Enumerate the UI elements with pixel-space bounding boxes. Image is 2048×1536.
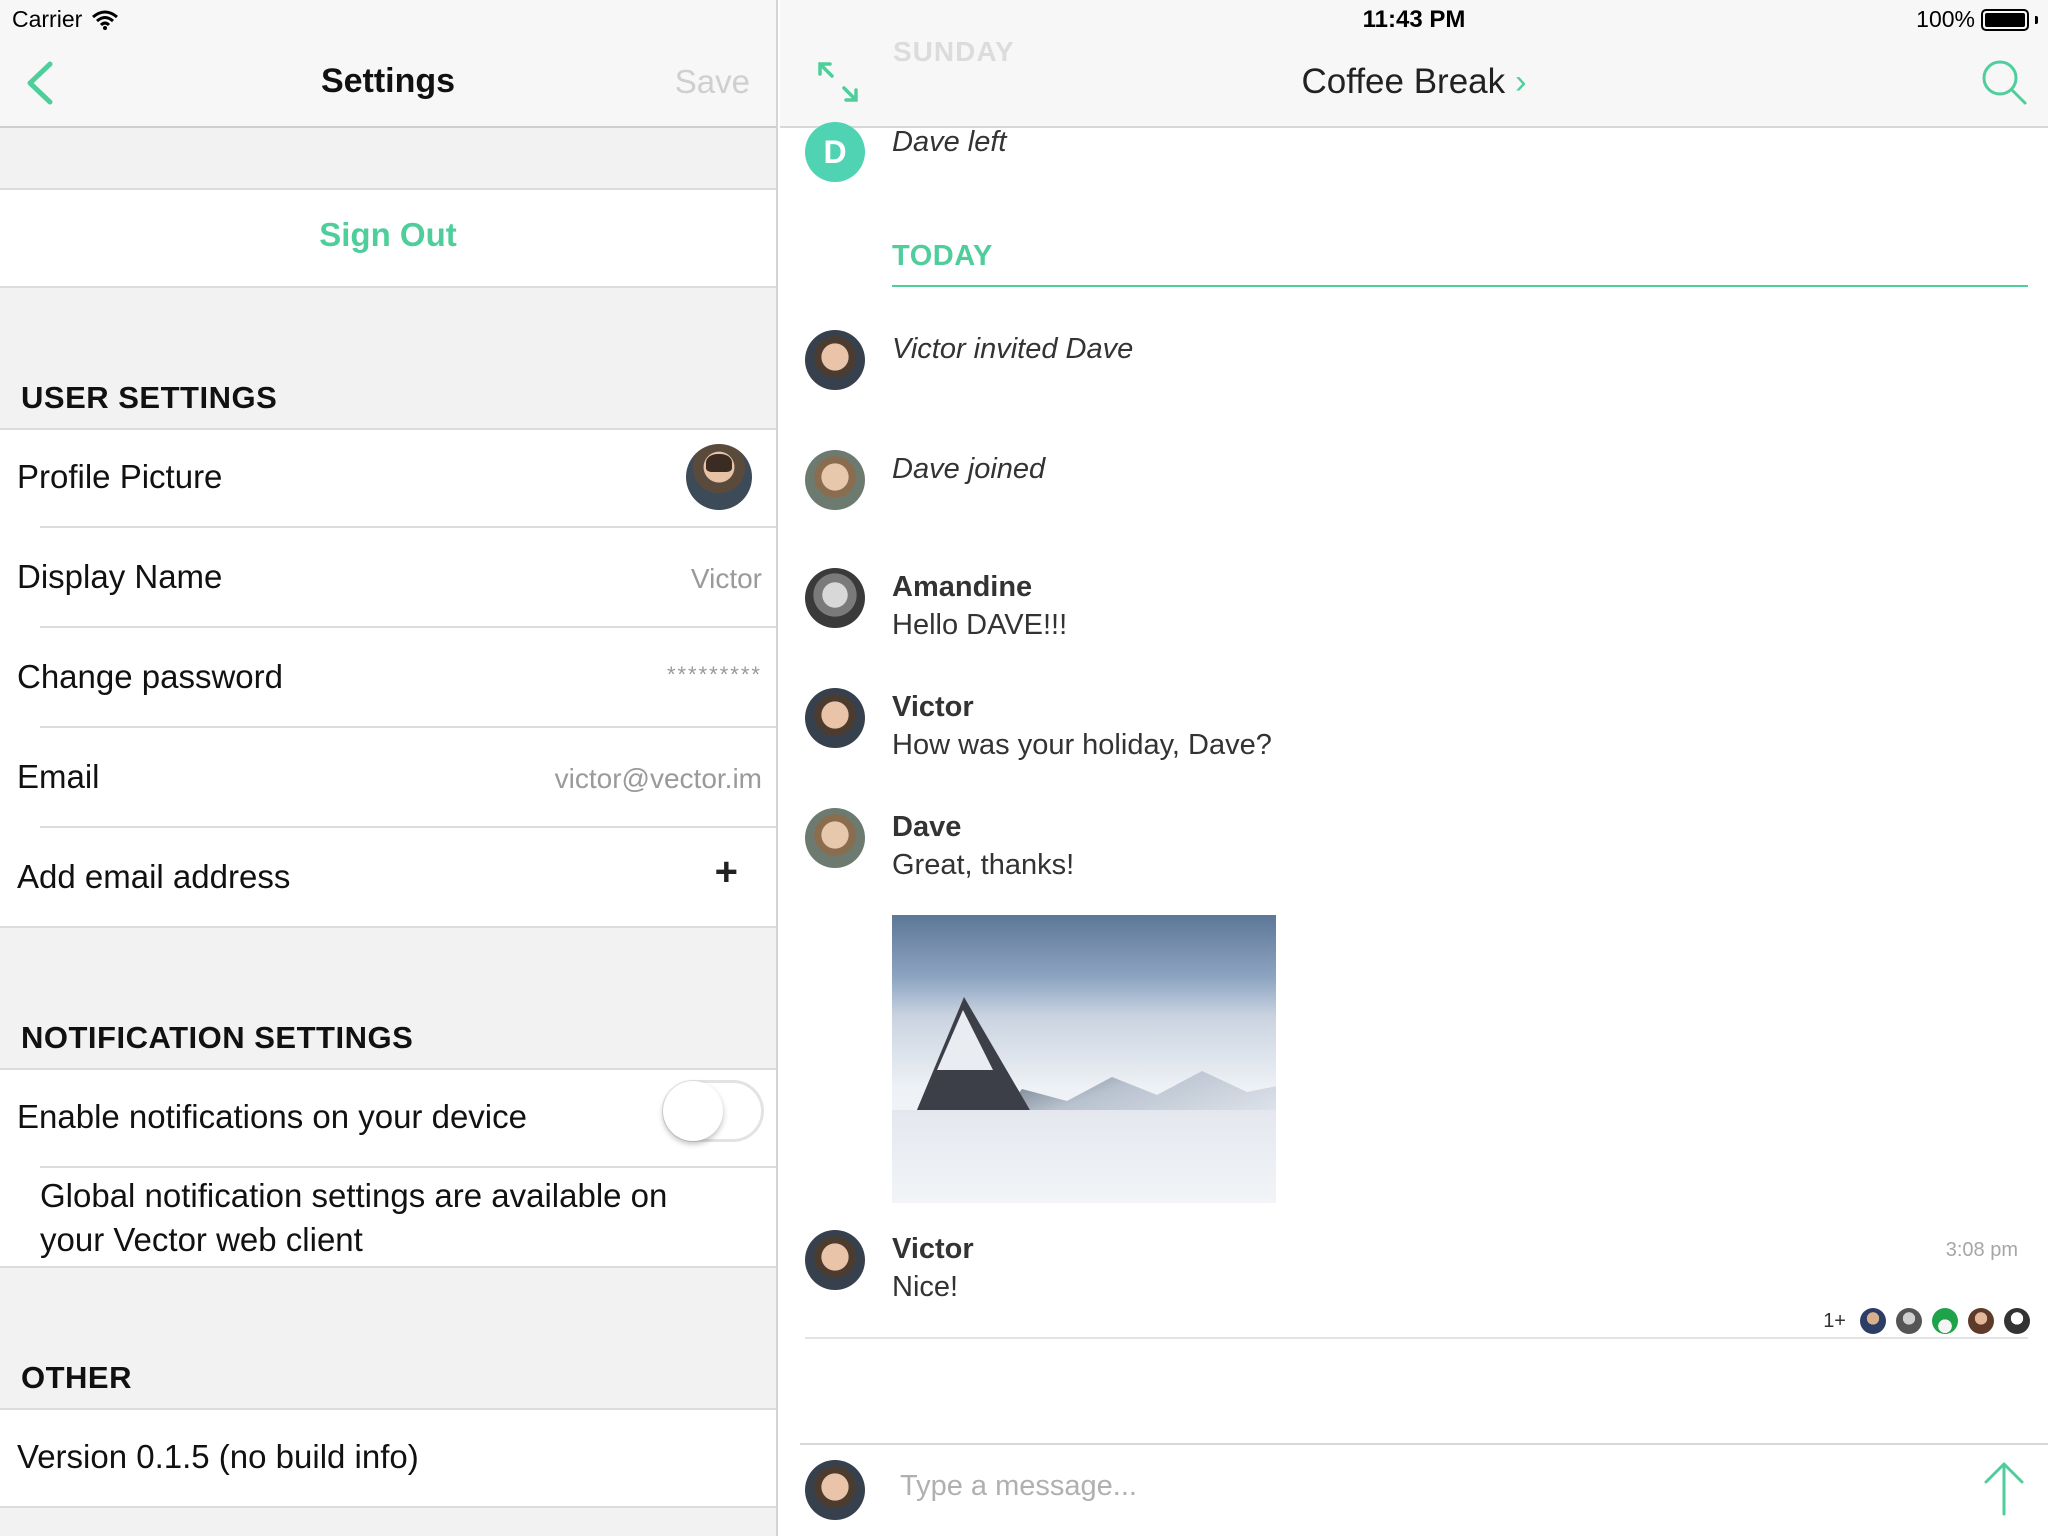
email-value[interactable]: victor@vector.im	[555, 763, 762, 795]
chat-pane: 11:43 PM 100% SUNDAY Coffee Break › D Dav…	[780, 0, 2048, 1536]
divider	[0, 188, 776, 190]
global-note-line-1: Global notification settings are availab…	[40, 1177, 668, 1214]
avatar[interactable]	[805, 450, 865, 510]
email-row[interactable]: Email victor@vector.im	[0, 728, 776, 828]
message-text: Great, thanks!	[892, 849, 1075, 881]
profile-picture-row[interactable]: Profile Picture	[0, 428, 776, 528]
wifi-icon	[92, 10, 119, 30]
event-dave-left: Dave left	[892, 126, 1007, 158]
date-header-today: TODAY	[892, 240, 993, 272]
notifications-toggle[interactable]	[662, 1080, 764, 1142]
battery-status: 100%	[1916, 6, 2038, 33]
divider	[0, 1506, 776, 1508]
add-email-label: Add email address	[17, 858, 291, 895]
profile-picture-label: Profile Picture	[17, 458, 223, 495]
avatar[interactable]: D	[805, 122, 865, 182]
avatar	[2004, 1308, 2030, 1334]
display-name-row[interactable]: Display Name Victor	[0, 528, 776, 628]
sender-name[interactable]: Dave	[892, 811, 961, 844]
avatar	[1968, 1308, 1994, 1334]
other-header: OTHER	[21, 1360, 132, 1395]
composer-avatar	[805, 1460, 865, 1520]
date-header-line	[892, 285, 2028, 287]
battery-percent: 100%	[1916, 6, 1975, 32]
sender-name[interactable]: Victor	[892, 1233, 974, 1266]
event-dave-joined: Dave joined	[892, 453, 1046, 485]
sign-out-button[interactable]: Sign Out	[0, 216, 776, 254]
divider	[805, 1337, 2028, 1339]
battery-tip	[2035, 15, 2038, 24]
notification-settings-group: Enable notifications on your device Glob…	[0, 1068, 776, 1268]
avatar	[1932, 1308, 1958, 1334]
other-group: Version 0.1.5 (no build info)	[0, 1408, 776, 1508]
divider	[40, 1166, 776, 1168]
divider	[0, 926, 776, 928]
search-icon[interactable]	[1980, 58, 2028, 106]
event-victor-invited: Victor invited Dave	[892, 333, 1134, 365]
chevron-right-icon[interactable]: ›	[1515, 63, 1526, 101]
room-title[interactable]: Coffee Break ›	[780, 62, 2048, 102]
avatar[interactable]	[805, 808, 865, 868]
sender-name[interactable]: Amandine	[892, 571, 1032, 604]
status-carrier-group: Carrier	[12, 6, 119, 33]
version-label: Version 0.1.5 (no build info)	[17, 1438, 419, 1475]
toggle-knob	[663, 1081, 723, 1141]
sender-name[interactable]: Victor	[892, 691, 974, 724]
divider	[0, 1408, 776, 1410]
carrier-label: Carrier	[12, 6, 83, 32]
settings-pane: Carrier Settings Save Sign Out USER SETT…	[0, 0, 778, 1536]
profile-avatar[interactable]	[686, 444, 752, 510]
global-note-line-2: your Vector web client	[40, 1221, 363, 1258]
password-mask-value[interactable]: *********	[667, 662, 762, 688]
avatar[interactable]	[805, 1230, 865, 1290]
avatar	[1896, 1308, 1922, 1334]
snowfield	[892, 1110, 1276, 1203]
room-name[interactable]: Coffee Break	[1302, 62, 1506, 101]
global-notification-note: Global notification settings are availab…	[40, 1174, 667, 1262]
plus-icon[interactable]: +	[715, 850, 738, 895]
add-email-row[interactable]: Add email address +	[0, 828, 776, 928]
display-name-value[interactable]: Victor	[691, 563, 762, 595]
email-label: Email	[17, 758, 100, 795]
divider	[0, 286, 776, 288]
save-button[interactable]: Save	[675, 63, 750, 101]
settings-navbar: Carrier Settings Save	[0, 0, 776, 128]
change-password-row[interactable]: Change password *********	[0, 628, 776, 728]
message-timestamp: 3:08 pm	[1945, 1239, 2018, 1261]
status-time: 11:43 PM	[1362, 6, 1466, 33]
enable-notifications-row: Enable notifications on your device	[0, 1068, 776, 1166]
message-text: Hello DAVE!!!	[892, 609, 1068, 641]
user-settings-group: Profile Picture Display Name Victor Chan…	[0, 428, 776, 928]
avatar[interactable]	[805, 330, 865, 390]
user-settings-header: USER SETTINGS	[21, 380, 278, 415]
avatar	[1860, 1308, 1886, 1334]
read-receipts[interactable]: 1+	[1823, 1308, 2030, 1334]
avatar[interactable]	[805, 568, 865, 628]
message-input[interactable]	[900, 1466, 1800, 1506]
send-arrow-icon[interactable]	[1982, 1460, 2026, 1516]
chat-navbar: 11:43 PM 100% SUNDAY Coffee Break ›	[780, 0, 2048, 128]
image-attachment[interactable]	[892, 915, 1276, 1203]
notification-settings-header: NOTIFICATION SETTINGS	[21, 1020, 414, 1055]
enable-notifications-label: Enable notifications on your device	[17, 1098, 527, 1135]
display-name-label: Display Name	[17, 558, 223, 595]
divider	[0, 1266, 776, 1268]
message-text: How was your holiday, Dave?	[892, 729, 1272, 761]
mountain-snow	[937, 1010, 993, 1070]
message-text: Nice!	[892, 1271, 959, 1303]
settings-title: Settings	[320, 62, 456, 100]
battery-icon	[1981, 8, 2029, 31]
change-password-label: Change password	[17, 658, 283, 695]
avatar[interactable]	[805, 688, 865, 748]
composer-divider	[800, 1443, 2048, 1445]
read-receipts-count: 1+	[1823, 1309, 1846, 1332]
